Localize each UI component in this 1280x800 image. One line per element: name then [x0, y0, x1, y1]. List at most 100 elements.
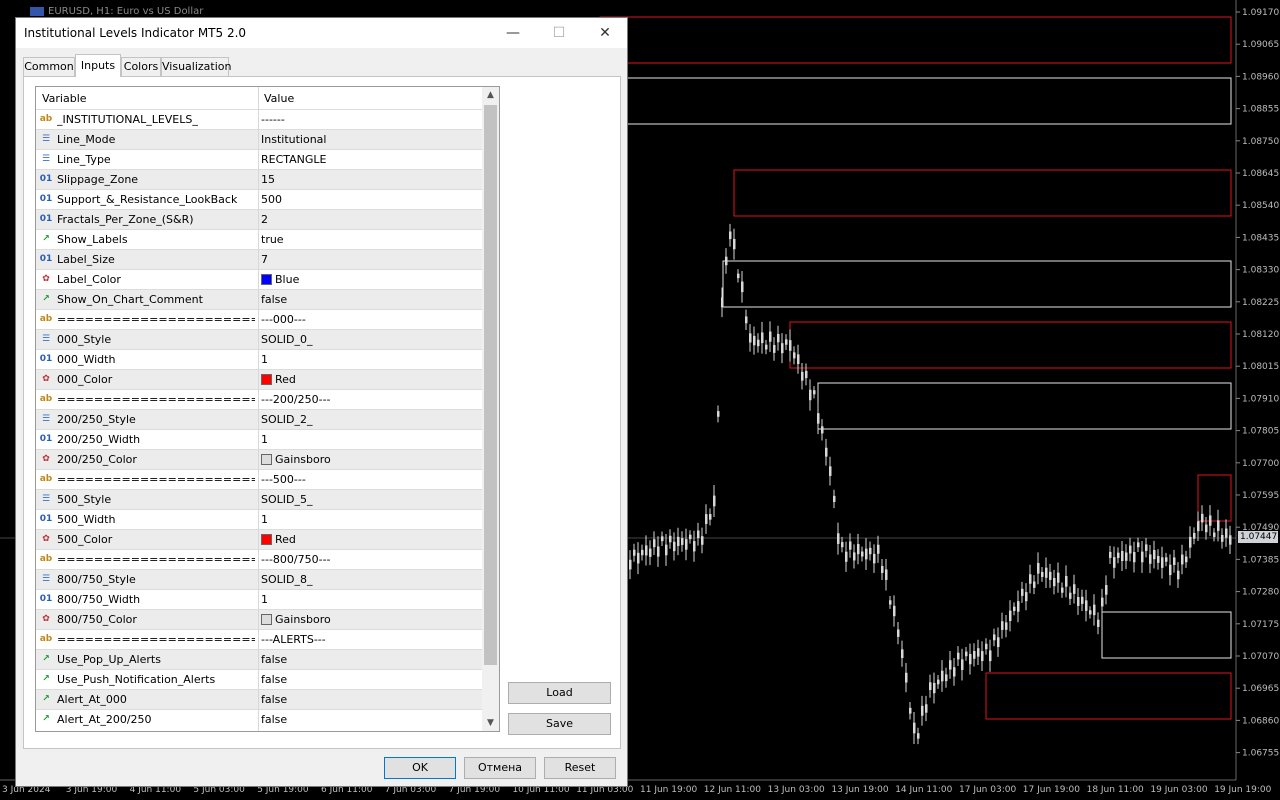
input-row[interactable]: ☰ 000_Style SOLID_0_	[36, 329, 482, 349]
candle-body	[989, 650, 992, 662]
minimize-button[interactable]: —	[490, 18, 536, 48]
level-zone-red	[789, 321, 1232, 369]
input-row[interactable]: ab ==========================... ---800/75…	[36, 549, 482, 569]
time-label: 17 Jun 19:00	[1023, 785, 1080, 795]
input-row[interactable]: ↗ Show_On_Chart_Comment false	[36, 289, 482, 309]
input-row[interactable]: 01 500_Width 1	[36, 509, 482, 529]
input-row[interactable]: ✿ Label_Color Blue	[36, 269, 482, 289]
input-value[interactable]: 2	[261, 213, 268, 226]
tab-inputs[interactable]: Inputs	[75, 54, 121, 77]
input-value[interactable]: Gainsboro	[261, 453, 331, 466]
input-value[interactable]: ---ALERTS---	[261, 633, 326, 646]
header-value[interactable]: Value	[264, 92, 294, 105]
input-value[interactable]: SOLID_8_	[261, 573, 312, 586]
input-row[interactable]: ↗ Alert_At_000 false	[36, 689, 482, 709]
input-row[interactable]: 01 200/250_Width 1	[36, 429, 482, 449]
scroll-up-icon[interactable]: ▲	[482, 87, 499, 103]
candle-body	[873, 553, 876, 564]
input-row[interactable]: ☰ Line_Mode Institutional	[36, 129, 482, 149]
input-row[interactable]: 01 Slippage_Zone 15	[36, 169, 482, 189]
column-separator[interactable]	[258, 87, 259, 731]
input-variable-name: 000_Color	[57, 373, 113, 386]
input-row[interactable]: ab ==========================... ---200/25…	[36, 389, 482, 409]
scroll-thumb[interactable]	[484, 105, 497, 665]
input-value[interactable]: SOLID_0_	[261, 333, 312, 346]
input-row[interactable]: 01 Label_Size 7	[36, 249, 482, 269]
save-button[interactable]: Save	[508, 713, 611, 735]
input-row[interactable]: ☰ 800/750_Style SOLID_8_	[36, 569, 482, 589]
input-value[interactable]: SOLID_2_	[261, 413, 312, 426]
tab-visualization[interactable]: Visualization	[161, 57, 231, 76]
input-value[interactable]: SOLID_5_	[261, 493, 312, 506]
input-value[interactable]: Red	[261, 533, 296, 546]
input-value[interactable]: 500	[261, 193, 282, 206]
input-value[interactable]: 1	[261, 433, 268, 446]
input-row[interactable]: ✿ 800/750_Color Gainsboro	[36, 609, 482, 629]
input-row[interactable]: ab _INSTITUTIONAL_LEVELS_ ------	[36, 109, 482, 129]
cancel-button[interactable]: Отмена	[464, 757, 536, 779]
input-value[interactable]: Gainsboro	[261, 613, 331, 626]
input-value[interactable]: ---000---	[261, 313, 306, 326]
input-value[interactable]: RECTANGLE	[261, 153, 327, 166]
candle-body	[1109, 551, 1112, 558]
string-type-icon: ab	[39, 314, 53, 324]
inputs-grid[interactable]: Variable Value ab _INSTITUTIONAL_LEVELS_ -…	[35, 86, 500, 732]
candle-body	[1153, 550, 1156, 560]
color-type-icon: ✿	[42, 374, 50, 384]
input-value[interactable]: ------	[261, 113, 285, 126]
close-button[interactable]: ✕	[582, 18, 628, 48]
candle-body	[813, 390, 816, 395]
input-value[interactable]: ---800/750---	[261, 553, 331, 566]
input-value[interactable]: 1	[261, 513, 268, 526]
input-row[interactable]: 01 Support_&_Resistance_LookBack 500	[36, 189, 482, 209]
input-value[interactable]: false	[261, 653, 287, 666]
input-row[interactable]: ab ==========================... ---000---	[36, 309, 482, 329]
input-value[interactable]: ---200/250---	[261, 393, 331, 406]
input-value[interactable]: Blue	[261, 273, 299, 286]
color-swatch	[261, 534, 272, 545]
input-value[interactable]: 1	[261, 593, 268, 606]
scroll-down-icon[interactable]: ▼	[482, 715, 499, 731]
maximize-button[interactable]: ☐	[536, 18, 582, 48]
input-row[interactable]: ✿ 000_Color Red	[36, 369, 482, 389]
input-value[interactable]: false	[261, 693, 287, 706]
candle-body	[1093, 604, 1096, 616]
input-value[interactable]: 15	[261, 173, 275, 186]
input-row[interactable]: ☰ 500_Style SOLID_5_	[36, 489, 482, 509]
input-value[interactable]: 1	[261, 353, 268, 366]
enum-type-icon: ☰	[41, 574, 51, 584]
input-value[interactable]: Institutional	[261, 133, 326, 146]
dialog-titlebar[interactable]: Institutional Levels Indicator MT5 2.0 —…	[16, 18, 627, 48]
input-row[interactable]: ☰ Line_Type RECTANGLE	[36, 149, 482, 169]
input-value[interactable]: true	[261, 233, 284, 246]
input-value[interactable]: false	[261, 673, 287, 686]
input-row[interactable]: ↗ Show_Labels true	[36, 229, 482, 249]
ok-button[interactable]: OK	[384, 757, 456, 779]
candle-body	[645, 545, 648, 556]
input-value[interactable]: Red	[261, 373, 296, 386]
chart-title: EURUSD, H1: Euro vs US Dollar	[30, 6, 203, 17]
input-value[interactable]: false	[261, 293, 287, 306]
reset-button[interactable]: Reset	[544, 757, 616, 779]
input-row[interactable]: ↗ Alert_At_200/250 false	[36, 709, 482, 729]
load-button[interactable]: Load	[508, 682, 611, 704]
input-value[interactable]: ---500---	[261, 473, 306, 486]
header-variable[interactable]: Variable	[42, 92, 87, 105]
grid-scrollbar[interactable]: ▲ ▼	[482, 87, 499, 731]
input-row[interactable]: 01 000_Width 1	[36, 349, 482, 369]
input-value[interactable]: 7	[261, 253, 268, 266]
input-row[interactable]: ↗ Use_Push_Notification_Alerts false	[36, 669, 482, 689]
candle-body	[853, 552, 856, 561]
input-row[interactable]: 01 800/750_Width 1	[36, 589, 482, 609]
input-row[interactable]: ✿ 200/250_Color Gainsboro	[36, 449, 482, 469]
input-row[interactable]: ✿ 500_Color Red	[36, 529, 482, 549]
input-value[interactable]: false	[261, 713, 287, 726]
tab-colors[interactable]: Colors	[121, 57, 161, 76]
input-row[interactable]: ab ==========================... ---ALERTS…	[36, 629, 482, 649]
input-row[interactable]: 01 Fractals_Per_Zone_(S&R) 2	[36, 209, 482, 229]
tab-common[interactable]: Common	[23, 57, 75, 76]
input-row[interactable]: ab ==========================... ---500---	[36, 469, 482, 489]
input-row[interactable]: ☰ 200/250_Style SOLID_2_	[36, 409, 482, 429]
input-row[interactable]: ↗ Use_Pop_Up_Alerts false	[36, 649, 482, 669]
price-label: 1.09065	[1242, 40, 1279, 50]
